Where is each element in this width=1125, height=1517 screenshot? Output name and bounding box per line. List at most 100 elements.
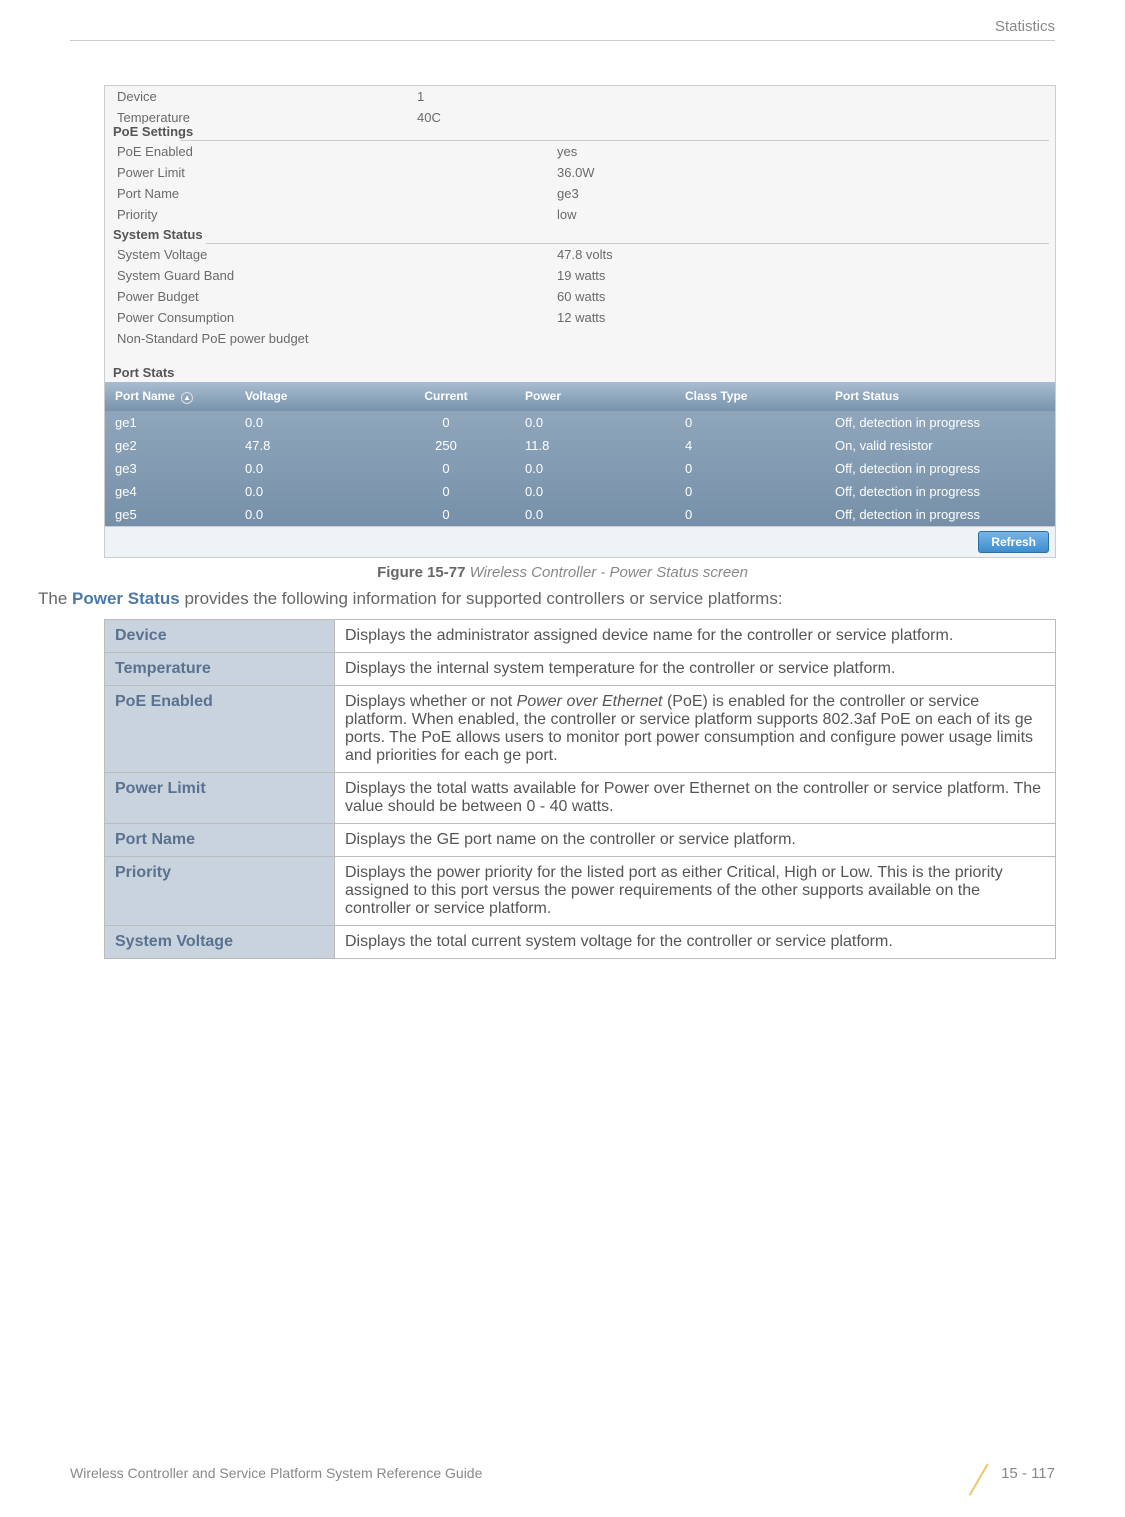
col-class-type[interactable]: Class Type bbox=[681, 387, 831, 406]
intro-post: provides the following information for s… bbox=[180, 589, 783, 608]
desc-val: Displays the internal system temperature… bbox=[335, 653, 1056, 686]
value: 12 watts bbox=[557, 310, 605, 325]
cell: Off, detection in progress bbox=[831, 506, 1049, 523]
label: System Guard Band bbox=[117, 268, 557, 283]
table-row: TemperatureDisplays the internal system … bbox=[105, 653, 1056, 686]
cell: 0.0 bbox=[241, 483, 371, 500]
value: 19 watts bbox=[557, 268, 605, 283]
label: Non-Standard PoE power budget bbox=[117, 331, 557, 346]
cell: Off, detection in progress bbox=[831, 414, 1049, 431]
footer: Wireless Controller and Service Platform… bbox=[70, 1459, 1055, 1487]
table-row: System VoltageDisplays the total current… bbox=[105, 926, 1056, 959]
desc-val: Displays the total current system voltag… bbox=[335, 926, 1056, 959]
value-temperature: 40C bbox=[417, 110, 441, 125]
desc-key: Priority bbox=[105, 857, 335, 926]
fieldset-poe: PoE Settings PoE Enabledyes Power Limit3… bbox=[111, 132, 1049, 225]
cell: 0 bbox=[681, 460, 831, 477]
col-power[interactable]: Power bbox=[521, 387, 681, 406]
value-device: 1 bbox=[417, 89, 424, 104]
cell: 0.0 bbox=[241, 414, 371, 431]
value: ge3 bbox=[557, 186, 579, 201]
content: Device 1 Temperature 40C PoE Settings Po… bbox=[70, 85, 1055, 959]
cell: 47.8 bbox=[241, 437, 371, 454]
desc-key: Power Limit bbox=[105, 773, 335, 824]
row-power-consumption: Power Consumption12 watts bbox=[111, 307, 1049, 328]
figure-text: Wireless Controller - Power Status scree… bbox=[470, 564, 748, 581]
desc-key: Device bbox=[105, 620, 335, 653]
cell: 0 bbox=[681, 483, 831, 500]
page-number: 15 - 117 bbox=[1001, 1465, 1055, 1482]
row-temperature: Temperature 40C bbox=[105, 107, 1055, 128]
cell: 0 bbox=[371, 506, 521, 523]
cell: 0 bbox=[681, 506, 831, 523]
fieldset-system-title: System Status bbox=[113, 227, 209, 242]
description-table: DeviceDisplays the administrator assigne… bbox=[104, 619, 1056, 959]
row-poe-enabled: PoE Enabledyes bbox=[111, 141, 1049, 162]
value: 36.0W bbox=[557, 165, 595, 180]
desc-val: Displays the GE port name on the control… bbox=[335, 824, 1056, 857]
value: yes bbox=[557, 144, 577, 159]
value: 47.8 volts bbox=[557, 247, 613, 262]
table-row[interactable]: ge50.000.00Off, detection in progress bbox=[105, 503, 1055, 526]
cell: 0.0 bbox=[521, 460, 681, 477]
value: 60 watts bbox=[557, 289, 605, 304]
cell: ge1 bbox=[111, 414, 241, 431]
refresh-button[interactable]: Refresh bbox=[978, 531, 1049, 553]
port-stats-body: ge10.000.00Off, detection in progress ge… bbox=[105, 411, 1055, 526]
desc-val: Displays the total watts available for P… bbox=[335, 773, 1056, 824]
footer-page: 15 - 117 bbox=[963, 1459, 1055, 1487]
label: System Voltage bbox=[117, 247, 557, 262]
col-port-name[interactable]: Port Name▲ bbox=[111, 387, 241, 406]
refresh-bar: Refresh bbox=[105, 526, 1055, 557]
cell: Off, detection in progress bbox=[831, 483, 1049, 500]
row-sys-voltage: System Voltage47.8 volts bbox=[111, 244, 1049, 265]
cell: ge2 bbox=[111, 437, 241, 454]
slash-icon bbox=[963, 1459, 991, 1487]
table-row: Port NameDisplays the GE port name on th… bbox=[105, 824, 1056, 857]
table-row: PoE EnabledDisplays whether or not Power… bbox=[105, 686, 1056, 773]
intro-bold: Power Status bbox=[72, 589, 180, 608]
col-current[interactable]: Current bbox=[371, 387, 521, 406]
desc-key: System Voltage bbox=[105, 926, 335, 959]
value: low bbox=[557, 207, 577, 222]
cell: Off, detection in progress bbox=[831, 460, 1049, 477]
cell: 0 bbox=[371, 414, 521, 431]
label: Power Consumption bbox=[117, 310, 557, 325]
cell: 0.0 bbox=[521, 483, 681, 500]
row-device: Device 1 bbox=[105, 86, 1055, 107]
label: PoE Enabled bbox=[117, 144, 557, 159]
intro-pre: The bbox=[38, 589, 72, 608]
intro-text: The Power Status provides the following … bbox=[38, 589, 1055, 609]
desc-key: Temperature bbox=[105, 653, 335, 686]
row-port-name: Port Namege3 bbox=[111, 183, 1049, 204]
table-row[interactable]: ge30.000.00Off, detection in progress bbox=[105, 457, 1055, 480]
fieldset-poe-title: PoE Settings bbox=[113, 124, 199, 139]
figure-caption: Figure 15-77 Wireless Controller - Power… bbox=[70, 564, 1055, 581]
port-stats-title: Port Stats bbox=[105, 359, 1055, 382]
footer-title: Wireless Controller and Service Platform… bbox=[70, 1465, 482, 1481]
label-device: Device bbox=[117, 89, 417, 104]
row-power-budget: Power Budget60 watts bbox=[111, 286, 1049, 307]
cell: ge4 bbox=[111, 483, 241, 500]
sort-icon: ▲ bbox=[181, 392, 193, 404]
cell: 11.8 bbox=[521, 437, 681, 454]
cell: 0 bbox=[371, 460, 521, 477]
screenshot-panel: Device 1 Temperature 40C PoE Settings Po… bbox=[104, 85, 1056, 558]
table-row[interactable]: ge40.000.00Off, detection in progress bbox=[105, 480, 1055, 503]
desc-val: Displays whether or not Power over Ether… bbox=[335, 686, 1056, 773]
desc-key: Port Name bbox=[105, 824, 335, 857]
row-priority: Prioritylow bbox=[111, 204, 1049, 225]
header-section: Statistics bbox=[995, 18, 1055, 35]
cell: ge5 bbox=[111, 506, 241, 523]
port-stats-header[interactable]: Port Name▲ Voltage Current Power Class T… bbox=[105, 382, 1055, 411]
label: Port Name bbox=[117, 186, 557, 201]
col-port-status[interactable]: Port Status bbox=[831, 387, 1049, 406]
cell: 0.0 bbox=[521, 506, 681, 523]
table-row[interactable]: ge247.825011.84On, valid resistor bbox=[105, 434, 1055, 457]
label-temperature: Temperature bbox=[117, 110, 417, 125]
cell: 0 bbox=[681, 414, 831, 431]
row-guard-band: System Guard Band19 watts bbox=[111, 265, 1049, 286]
cell: 0.0 bbox=[241, 506, 371, 523]
col-voltage[interactable]: Voltage bbox=[241, 387, 371, 406]
table-row[interactable]: ge10.000.00Off, detection in progress bbox=[105, 411, 1055, 434]
